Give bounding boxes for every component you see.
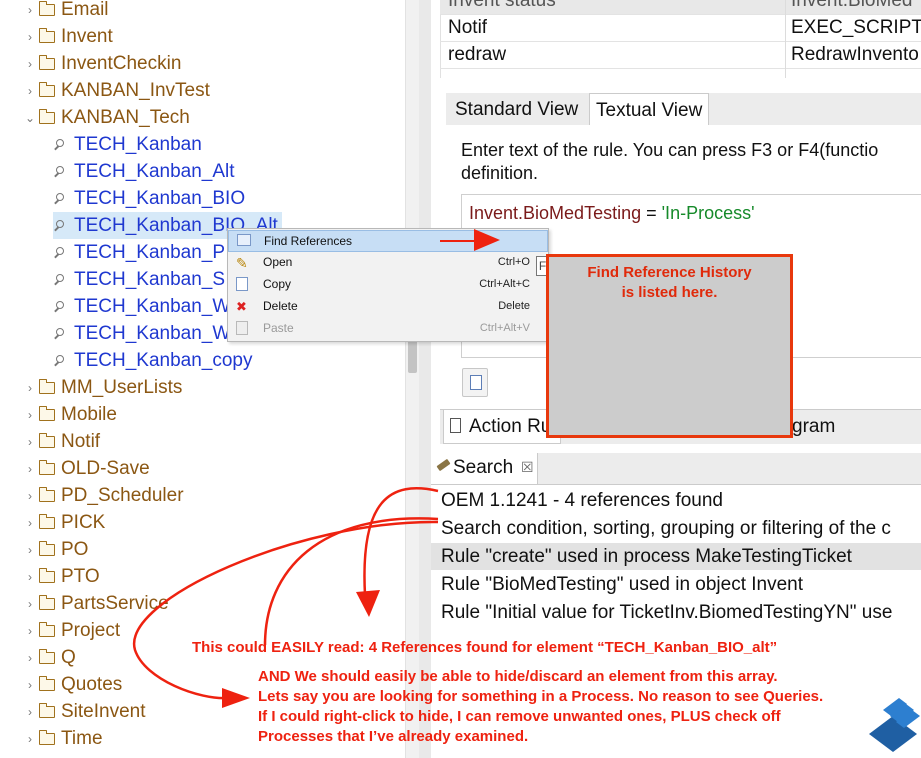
arrowhead-right [474,229,500,251]
arrowhead-down [356,590,380,617]
arrow-long-curve [263,517,439,646]
arrow-to-summary-line [363,487,439,596]
annotation-line-2: AND We should easily be able to hide/dis… [258,668,778,685]
arrowhead-right-2 [222,688,250,708]
annotation-line-4: If I could right-click to hide, I can re… [258,708,781,725]
brand-logo-icon [869,698,920,752]
annotation-line-3: Lets say you are looking for something i… [258,688,824,705]
annotation-line-5: Processes that I’ve already examined. [258,728,529,745]
annotation-line-1: This could EASILY read: 4 References fou… [192,639,778,656]
